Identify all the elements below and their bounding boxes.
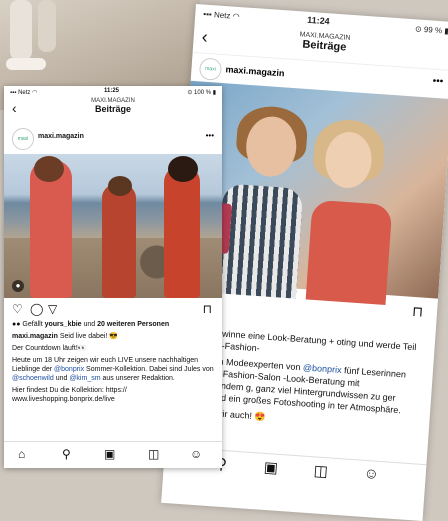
photo-person xyxy=(164,166,200,298)
more-options-icon[interactable]: ••• xyxy=(432,76,443,88)
status-bar: ▪▪▪ Netz ◠ 11:25 ⊙ 100 % ▮ xyxy=(4,86,222,98)
back-arrow-icon[interactable]: ‹ xyxy=(201,27,208,48)
photo-hair xyxy=(108,176,132,196)
photo-hair xyxy=(168,156,198,182)
front-phone-screenshot: ▪▪▪ Netz ◠ 11:25 ⊙ 100 % ▮ ‹ MAXI.MAGAZI… xyxy=(4,86,222,468)
photo-red-top xyxy=(305,199,393,305)
reels-icon[interactable]: ▣ xyxy=(263,458,278,477)
tab-bar: ⌂ ⚲ ▣ ◫ ☺ xyxy=(4,441,222,468)
caption-paragraph: Heute um 18 Uhr zeigen wir euch LIVE uns… xyxy=(12,357,214,382)
mention-link[interactable]: @kim_sm xyxy=(69,375,100,382)
post-username[interactable]: maxi.magazin xyxy=(225,64,285,78)
mention-link[interactable]: @bonprix xyxy=(54,366,84,373)
photo-hair xyxy=(34,156,64,182)
comment-icon[interactable]: ◯ xyxy=(30,302,43,316)
tagged-user-icon[interactable]: ● xyxy=(12,280,24,292)
liked-by-count[interactable]: 20 weiteren Personen xyxy=(97,321,169,328)
page-title: Beiträge xyxy=(94,104,131,114)
back-arrow-icon[interactable]: ‹ xyxy=(12,100,17,116)
post-header: maxi maxi.magazin ••• xyxy=(4,122,222,154)
status-time: 11:25 xyxy=(104,88,120,94)
bookmark-icon[interactable]: ⊓ xyxy=(412,303,424,321)
post-username[interactable]: maxi.magazin xyxy=(38,133,84,140)
status-time: 11:24 xyxy=(306,14,330,27)
search-icon[interactable]: ⚲ xyxy=(62,447,71,461)
caption-username[interactable]: maxi.magazin xyxy=(12,333,58,340)
more-options-icon[interactable]: ••• xyxy=(206,131,214,140)
liked-by-user[interactable]: yours_kbie xyxy=(45,321,82,328)
caption-line: Der Countdown läuft!👀 xyxy=(12,345,87,352)
profile-icon[interactable]: ☺ xyxy=(190,447,202,461)
share-icon[interactable]: ▽ xyxy=(48,302,57,316)
liked-by: ●● Gefällt yours_kbie und 20 weiteren Pe… xyxy=(12,321,170,328)
caption-collection: Hier findest Du die Kollektion: https://… xyxy=(12,387,127,403)
post-actions: ♡ ◯ ▽ ⊓ xyxy=(4,298,222,320)
photo-leg xyxy=(38,0,56,52)
avatar[interactable]: maxi xyxy=(198,57,223,81)
bookmark-icon[interactable]: ⊓ xyxy=(203,302,212,316)
heart-icon[interactable]: ♡ xyxy=(12,302,23,316)
post-photo[interactable]: ● xyxy=(4,154,222,298)
signal-icon: ▪▪▪ Netz ◠ xyxy=(10,90,38,96)
mention-link[interactable]: @schoenwild xyxy=(12,375,54,382)
shop-icon[interactable]: ◫ xyxy=(313,461,328,480)
photo-shoe xyxy=(6,58,46,70)
photo-person xyxy=(102,184,136,298)
mention-link[interactable]: @bonprix xyxy=(303,362,342,375)
reels-icon[interactable]: ▣ xyxy=(104,447,115,461)
liked-by-avatars: ●● xyxy=(12,321,21,328)
profile-icon[interactable]: ☺ xyxy=(363,465,379,483)
home-icon[interactable]: ⌂ xyxy=(18,447,25,461)
post-caption: ●● Gefällt yours_kbie und 20 weiteren Pe… xyxy=(4,320,222,404)
battery-indicator: ⊙ 100 % ▮ xyxy=(187,90,216,96)
shop-icon[interactable]: ◫ xyxy=(148,447,159,461)
avatar[interactable]: maxi xyxy=(12,128,34,150)
caption-intro: maxi.magazin Seid live dabei! 😎 xyxy=(12,333,119,340)
photo-leg xyxy=(10,0,32,60)
nav-bar: ‹ MAXI.MAGAZIN Beiträge xyxy=(4,98,222,122)
signal-icon: ▪▪▪ Netz ◠ xyxy=(203,9,240,22)
battery-indicator: ⊙ 99 % ▮ xyxy=(414,24,448,36)
collection-url[interactable]: www.liveshopping.bonprix.de/live xyxy=(12,396,115,403)
